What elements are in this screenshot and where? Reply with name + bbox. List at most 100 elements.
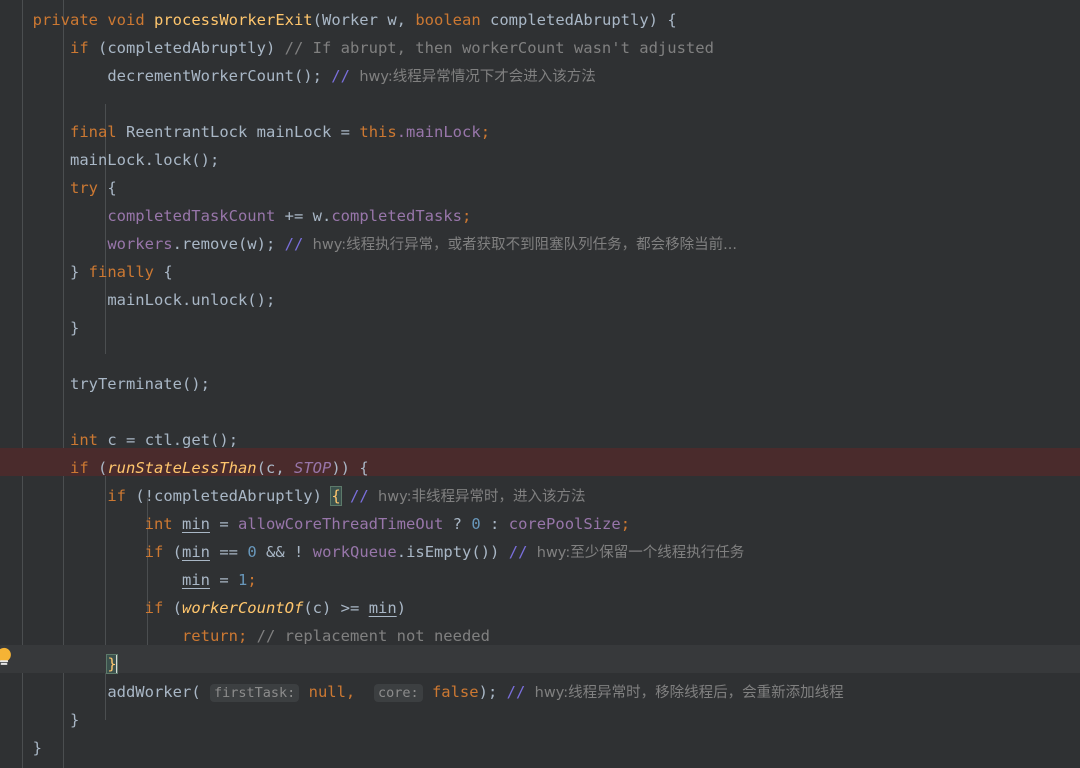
token-variable: mainLock xyxy=(256,123,332,141)
code-line-25[interactable]: addWorker( firstTask: null, core: false)… xyxy=(0,678,1080,706)
token-static-method: workerCountOf xyxy=(181,599,304,617)
token-number: 1 xyxy=(238,571,248,589)
token-operator: ! xyxy=(294,543,304,561)
code-line-1[interactable]: private void processWorkerExit(Worker w,… xyxy=(0,6,1080,34)
token-number: 0 xyxy=(247,543,257,561)
token-variable: c xyxy=(107,431,117,449)
token-field: completedTasks xyxy=(331,207,462,225)
code-line-6[interactable]: mainLock.lock(); xyxy=(0,146,1080,174)
token-local-variable: min xyxy=(181,543,210,561)
token-comment-marker: // xyxy=(350,487,369,505)
token-comment-marker: // xyxy=(508,543,528,561)
code-line-7[interactable]: try { xyxy=(0,174,1080,202)
code-line-9[interactable]: workers.remove(w); // hwy:线程执行异常，或者获取不到阻… xyxy=(0,230,1080,258)
code-line-5[interactable]: final ReentrantLock mainLock = this.main… xyxy=(0,118,1080,146)
token-operator: += xyxy=(284,207,304,225)
token-operator: = xyxy=(219,515,229,533)
token-operator: ? xyxy=(452,515,463,533)
token-tail: ); xyxy=(478,683,498,701)
token-call: ctl.get(); xyxy=(144,431,239,449)
code-line-11[interactable]: mainLock.unlock(); xyxy=(0,286,1080,314)
token-keyword: void xyxy=(107,11,145,29)
token-field: completedTaskCount xyxy=(107,207,276,225)
code-line-4[interactable] xyxy=(0,90,1080,118)
token-call: decrementWorkerCount(); xyxy=(107,67,322,85)
code-line-19[interactable]: int min = allowCoreThreadTimeOut ? 0 : c… xyxy=(0,510,1080,538)
parameter-hint: firstTask: xyxy=(209,684,300,702)
token-semicolon: ; xyxy=(247,571,257,589)
token-comment: hwy:至少保留一个线程执行任务 xyxy=(536,545,745,561)
token-constant: STOP xyxy=(294,459,332,477)
code-line-27[interactable]: } xyxy=(0,734,1080,762)
token-semicolon: ; xyxy=(480,123,491,141)
token-identifier: completedAbruptly xyxy=(107,39,266,57)
token-semicolon: ; xyxy=(237,627,248,645)
token-keyword: try xyxy=(69,179,98,197)
token-local-variable: min xyxy=(181,571,210,589)
code-line-24[interactable]: } xyxy=(0,650,1080,678)
token-field: workers xyxy=(107,235,173,253)
token-call: .isEmpty()) xyxy=(396,543,500,561)
token-comment-marker: // xyxy=(284,235,304,253)
code-line-16[interactable]: int c = ctl.get(); xyxy=(0,426,1080,454)
code-line-13[interactable] xyxy=(0,342,1080,370)
token-local-variable: min xyxy=(368,599,397,617)
code-editor[interactable]: private void processWorkerExit(Worker w,… xyxy=(0,0,1080,768)
token-call: .remove(w); xyxy=(172,235,276,253)
token-comment: hwy:线程执行异常，或者获取不到阻塞队列任务，都会移除当前... xyxy=(312,237,737,253)
text-caret xyxy=(115,654,118,673)
token-brace: } xyxy=(69,263,80,281)
token-field: corePoolSize xyxy=(508,515,621,533)
token-static-method: runStateLessThan xyxy=(107,459,257,477)
code-line-12[interactable]: } xyxy=(0,314,1080,342)
token-comment-marker: // xyxy=(506,683,526,701)
token-keyword: if xyxy=(69,459,89,477)
code-line-14[interactable]: tryTerminate(); xyxy=(0,370,1080,398)
token-field: .mainLock xyxy=(396,123,481,141)
token-keyword: if xyxy=(107,487,126,505)
token-keyword: false xyxy=(431,683,479,701)
token-field: workQueue xyxy=(312,543,397,561)
code-line-18[interactable]: if (!completedAbruptly) { // hwy:非线程异常时，… xyxy=(0,482,1080,510)
token-statement: mainLock.lock(); xyxy=(69,151,220,169)
code-line-15[interactable] xyxy=(0,398,1080,426)
token-keyword: if xyxy=(144,543,164,561)
token-operator: : xyxy=(490,515,500,533)
token-param: w xyxy=(387,11,397,29)
token-comment-marker: // xyxy=(331,67,350,85)
token-operator: == xyxy=(219,543,238,561)
token-call: tryTerminate(); xyxy=(69,375,210,393)
token-keyword: private xyxy=(32,11,98,29)
code-line-22[interactable]: if (workerCountOf(c) >= min) xyxy=(0,594,1080,622)
code-line-2[interactable]: if (completedAbruptly) // If abrupt, the… xyxy=(0,34,1080,62)
token-comment: // replacement not needed xyxy=(256,627,490,645)
token-brace: } xyxy=(69,319,80,337)
token-field: allowCoreThreadTimeOut xyxy=(238,515,444,533)
token-statement: mainLock.unlock(); xyxy=(107,291,276,309)
token-object: w. xyxy=(312,207,332,225)
token-identifier: c xyxy=(265,459,276,477)
code-line-20[interactable]: if (min == 0 && ! workQueue.isEmpty()) /… xyxy=(0,538,1080,566)
code-line-21[interactable]: min = 1; xyxy=(0,566,1080,594)
code-line-3[interactable]: decrementWorkerCount(); // hwy:线程异常情况下才会… xyxy=(0,62,1080,90)
token-comment: hwy:非线程异常时，进入该方法 xyxy=(378,489,586,505)
token-keyword: if xyxy=(144,599,164,617)
token-call: addWorker xyxy=(107,683,192,701)
token-keyword: final xyxy=(69,123,117,141)
code-line-17[interactable]: if (runStateLessThan(c, STOP)) { xyxy=(0,454,1080,482)
token-matching-brace: { xyxy=(330,486,342,506)
token-keyword: finally xyxy=(88,263,154,281)
token-operator: = xyxy=(340,123,351,141)
code-line-10[interactable]: } finally { xyxy=(0,258,1080,286)
token-identifier: c xyxy=(312,599,322,617)
token-keyword: int xyxy=(144,515,173,533)
token-brace: } xyxy=(32,739,42,757)
code-line-26[interactable]: } xyxy=(0,706,1080,734)
token-keyword: int xyxy=(69,431,98,449)
token-comment: hwy:线程异常时，移除线程后，会重新添加线程 xyxy=(534,685,844,701)
token-keyword: boolean xyxy=(415,11,481,29)
code-line-23[interactable]: return; // replacement not needed xyxy=(0,622,1080,650)
token-type: Worker xyxy=(321,11,378,29)
token-tail: )) { xyxy=(331,459,369,477)
code-line-8[interactable]: completedTaskCount += w.completedTasks; xyxy=(0,202,1080,230)
